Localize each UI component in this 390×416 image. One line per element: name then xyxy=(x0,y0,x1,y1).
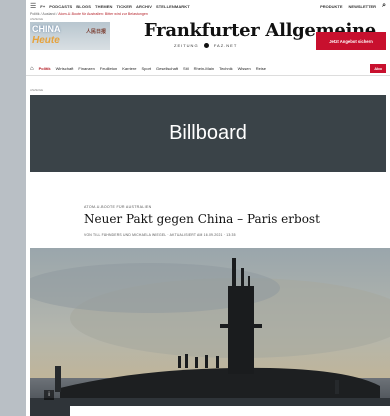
util-nav-stellenmarkt[interactable]: STELLENMARKT xyxy=(156,4,190,9)
nav-wirtschaft[interactable]: Wirtschaft xyxy=(56,66,74,71)
image-caption-panel xyxy=(70,406,390,416)
nav-rhein-main[interactable]: Rhein-Main xyxy=(194,66,214,71)
masthead-subtitle: ZEITUNG FAZ.NET xyxy=(174,43,238,49)
nav-finanzen[interactable]: Finanzen xyxy=(78,66,94,71)
home-icon[interactable]: ⌂ xyxy=(30,66,34,72)
utility-nav: F+ PODCASTS BLOGS THEMEN TICKER ARCHIV S… xyxy=(40,4,190,9)
nav-politik[interactable]: Politik xyxy=(39,66,51,71)
util-nav-themen[interactable]: THEMEN xyxy=(95,4,113,9)
section-nav: ⌂ Politik Wirtschaft Finanzen Feuilleton… xyxy=(26,62,390,76)
nav-feuilleton[interactable]: Feuilleton xyxy=(100,66,117,71)
breadcrumb-current[interactable]: Atom-U-Boote für Australien: Bitter wird… xyxy=(58,12,148,16)
abo-button[interactable]: Abo xyxy=(370,64,386,73)
billboard-ad[interactable]: Billboard xyxy=(30,95,386,172)
nav-reise[interactable]: Reise xyxy=(256,66,266,71)
article-kicker: ATOM-U-BOOTE FÜR AUSTRALIEN xyxy=(84,205,152,209)
search-icon[interactable]: ⌕ xyxy=(382,2,386,10)
masthead-sub-right: FAZ.NET xyxy=(213,43,238,48)
faz-page: ☰ F+ PODCASTS BLOGS THEMEN TICKER ARCHIV… xyxy=(26,0,390,416)
nav-technik[interactable]: Technik xyxy=(219,66,233,71)
util-nav-podcasts[interactable]: PODCASTS xyxy=(49,4,72,9)
article-hero-image[interactable]: i xyxy=(30,248,390,416)
utility-bar: ☰ F+ PODCASTS BLOGS THEMEN TICKER ARCHIV… xyxy=(26,0,390,12)
util-nav-blogs[interactable]: BLOGS xyxy=(76,4,91,9)
produkte-link[interactable]: PRODUKTE xyxy=(320,4,342,9)
browser-left-margin xyxy=(0,0,26,416)
menu-icon[interactable]: ☰ xyxy=(30,2,36,10)
nav-karriere[interactable]: Karriere xyxy=(122,66,136,71)
util-nav-fplus[interactable]: F+ xyxy=(40,4,45,9)
breadcrumb: Politik / Ausland / Atom-U-Boote für Aus… xyxy=(30,12,148,16)
image-info-icon[interactable]: i xyxy=(44,390,54,400)
ad-china-line2: Heute xyxy=(32,35,60,46)
china-heute-ad[interactable]: CHINA Heute 人民日报 xyxy=(30,22,110,50)
utility-right: PRODUKTE NEWSLETTER ⌕ xyxy=(320,2,386,10)
ad-china-line1: CHINA xyxy=(32,24,61,34)
submarine-photo xyxy=(30,248,390,416)
article-headline: Neuer Pakt gegen China – Paris erbost xyxy=(84,212,320,226)
nav-wissen[interactable]: Wissen xyxy=(238,66,251,71)
ad-label: ANZEIGE xyxy=(30,17,44,21)
util-nav-archiv[interactable]: ARCHIV xyxy=(136,4,152,9)
util-nav-ticker[interactable]: TICKER xyxy=(117,4,133,9)
nav-stil[interactable]: Stil xyxy=(183,66,189,71)
newsletter-link[interactable]: NEWSLETTER xyxy=(349,4,377,9)
ad-label-billboard: ANZEIGE xyxy=(30,88,44,92)
faz-dot-icon xyxy=(203,43,209,49)
breadcrumb-path[interactable]: Politik / Ausland / xyxy=(30,12,57,16)
nav-gesellschaft[interactable]: Gesellschaft xyxy=(156,66,178,71)
nav-sport[interactable]: Sport xyxy=(141,66,151,71)
masthead-sub-left: ZEITUNG xyxy=(174,43,199,48)
ad-china-logo: 人民日报 xyxy=(85,29,106,35)
article-byline: VON TILL FÄHNDERS UND MICHAELA WIEGEL · … xyxy=(84,233,236,237)
offer-button[interactable]: Jetzt Angebot sichern xyxy=(316,32,386,50)
